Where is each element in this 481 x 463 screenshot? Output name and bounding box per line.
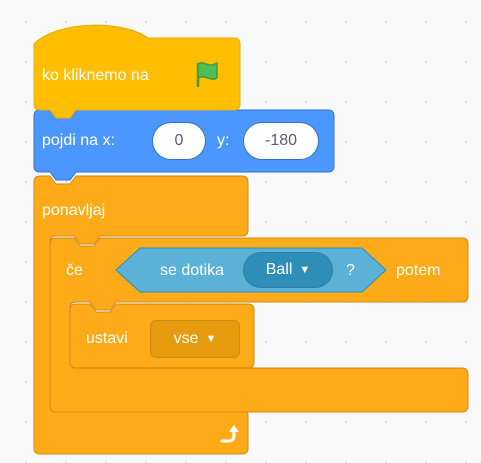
chevron-down-icon: ▼ [299,264,311,276]
y-value-text: -180 [264,132,298,149]
touching-target-text: Ball [265,261,293,278]
stop-option-text: vse [173,330,199,347]
if-block-label: če [66,262,83,279]
if-suffix-label: potem [396,262,441,279]
stop-option-dropdown[interactable]: vse ▼ [150,320,240,358]
x-value-text: 0 [174,132,184,149]
goto-block-label: pojdi na x: [42,132,115,149]
hat-block-label: ko kliknemo na [42,67,149,84]
y-value-input[interactable]: -180 [243,122,319,160]
forever-block-label: ponavljaj [42,202,106,219]
stop-block-label: ustavi [86,330,128,347]
y-label: y: [217,132,230,149]
question-mark: ? [346,262,355,279]
chevron-down-icon: ▼ [205,333,217,345]
touching-label: se dotika [160,262,225,279]
x-value-input[interactable]: 0 [152,122,206,160]
code-workspace[interactable]: ko kliknemo na pojdi na x: 0 y: -180 pon… [0,0,481,463]
touching-target-dropdown[interactable]: Ball ▼ [243,252,333,288]
